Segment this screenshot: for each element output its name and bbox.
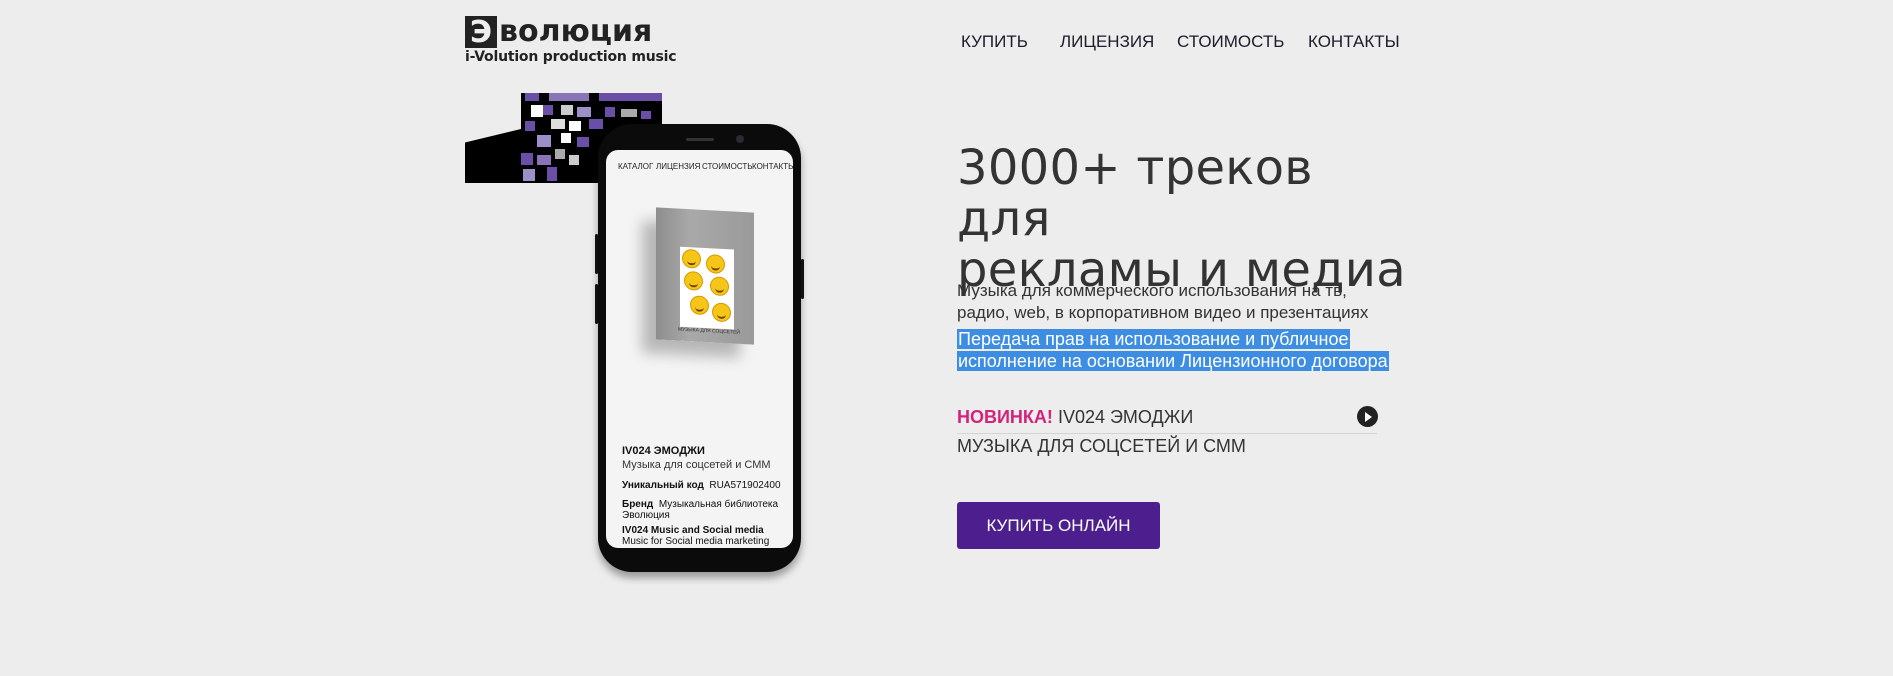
mosaic-cell bbox=[621, 109, 637, 117]
brand-label: Бренд bbox=[622, 499, 654, 510]
emoji-icon bbox=[682, 248, 701, 269]
brand-value-line2: Эволюция bbox=[622, 510, 670, 521]
mosaic-cell bbox=[599, 93, 662, 101]
hero-title-line: 3000+ треков для bbox=[957, 140, 1313, 247]
nav-item-license[interactable]: ЛИЦЕНЗИЯ bbox=[1060, 32, 1154, 52]
release-en-subtitle: Music for Social media marketing bbox=[622, 536, 770, 547]
phone-nav-item-license[interactable]: ЛИЦЕНЗИЯ bbox=[656, 162, 700, 171]
mosaic-cell bbox=[577, 107, 591, 117]
code-label: Уникальный код bbox=[622, 480, 704, 491]
phone-screen: КАТАЛОГ ЛИЦЕНЗИЯ СТОИМОСТЬ КОНТАКТЫ МУЗЫ… bbox=[606, 150, 793, 548]
phone-camera bbox=[736, 135, 744, 143]
phone-side-button bbox=[595, 284, 598, 324]
site-logo[interactable]: Э волюция i-Volution production music bbox=[465, 14, 677, 70]
divider bbox=[957, 433, 1377, 434]
release-en-title: IV024 Music and Social media bbox=[622, 525, 764, 536]
new-badge: НОВИНКА! bbox=[957, 407, 1053, 427]
mosaic-cell bbox=[525, 93, 539, 101]
mosaic-cell bbox=[561, 105, 573, 115]
mosaic-cell bbox=[561, 133, 571, 143]
new-release-title: IV024 ЭМОДЖИ bbox=[1057, 407, 1194, 427]
new-release-link[interactable]: НОВИНКА! IV024 ЭМОДЖИ bbox=[957, 407, 1377, 431]
emoji-icon bbox=[706, 254, 725, 275]
phone-side-button bbox=[801, 259, 804, 299]
mosaic-cell bbox=[589, 119, 603, 129]
hero-description-line: Музыка для коммерческого использования н… bbox=[957, 281, 1347, 300]
mosaic-cell bbox=[525, 121, 535, 131]
release-brand: Бренд Музыкальная библиотека bbox=[622, 499, 778, 510]
mosaic-cell bbox=[547, 167, 557, 181]
license-text-selected: Передача прав на использование и публичн… bbox=[957, 328, 1389, 372]
buy-online-button[interactable]: КУПИТЬ ОНЛАЙН bbox=[957, 502, 1160, 549]
emoji-icon bbox=[690, 295, 709, 316]
brand-value: Музыкальная библиотека bbox=[658, 499, 779, 510]
logo-mark: Э bbox=[465, 16, 497, 49]
mosaic-cell bbox=[551, 119, 565, 129]
album-cover: МУЗЫКА ДЛЯ СОЦСЕТЕЙ bbox=[656, 207, 754, 345]
hero-title: 3000+ треков для рекламы и медиа bbox=[957, 143, 1417, 296]
release-code: Уникальный код RUA571902400 bbox=[622, 480, 781, 491]
hero-description: Музыка для коммерческого использования н… bbox=[957, 280, 1417, 324]
mosaic-cell bbox=[543, 105, 553, 115]
nav-item-pricing[interactable]: СТОИМОСТЬ bbox=[1177, 32, 1284, 52]
emoji-icon bbox=[712, 302, 731, 323]
emoji-icon bbox=[684, 270, 703, 291]
hero-description-line: радио, web, в корпоративном видео и през… bbox=[957, 303, 1369, 322]
nav-item-contacts[interactable]: КОНТАКТЫ bbox=[1308, 32, 1400, 52]
mosaic-cell bbox=[531, 105, 543, 117]
play-circle-icon[interactable] bbox=[1357, 406, 1378, 427]
mosaic-cell bbox=[523, 169, 535, 181]
mosaic-cell bbox=[537, 155, 551, 165]
mosaic-cell bbox=[641, 111, 651, 119]
phone-side-button bbox=[595, 234, 598, 274]
release-title: IV024 ЭМОДЖИ bbox=[622, 445, 705, 457]
phone-nav-item-contacts[interactable]: КОНТАКТЫ bbox=[752, 162, 793, 171]
nav-item-buy[interactable]: КУПИТЬ bbox=[961, 32, 1028, 52]
mosaic-cell bbox=[569, 155, 579, 165]
mosaic-cell bbox=[537, 135, 551, 147]
new-release-subtitle: МУЗЫКА ДЛЯ СОЦСЕТЕЙ И СММ bbox=[957, 436, 1246, 456]
release-subtitle: Музыка для соцсетей и СММ bbox=[622, 459, 771, 471]
mosaic-cell bbox=[549, 93, 589, 101]
phone-mockup: КАТАЛОГ ЛИЦЕНЗИЯ СТОИМОСТЬ КОНТАКТЫ МУЗЫ… bbox=[595, 124, 804, 572]
mosaic-cell bbox=[577, 137, 589, 147]
mosaic-block bbox=[465, 129, 521, 183]
mosaic-cell bbox=[521, 153, 533, 165]
mosaic-cell bbox=[569, 121, 581, 131]
phone-nav-item-pricing[interactable]: СТОИМОСТЬ bbox=[702, 162, 753, 171]
phone-speaker bbox=[686, 138, 714, 141]
logo-subtitle: i-Volution production music bbox=[465, 49, 677, 65]
mosaic-cell bbox=[555, 149, 565, 159]
emoji-artwork bbox=[680, 246, 734, 330]
license-line: исполнение на основании Лицензионного до… bbox=[957, 351, 1389, 371]
license-line: Передача прав на использование и публичн… bbox=[957, 329, 1350, 349]
code-value: RUA571902400 bbox=[709, 480, 781, 491]
mosaic-cell bbox=[605, 107, 615, 117]
emoji-icon bbox=[710, 276, 729, 297]
logo-wordmark: волюция bbox=[499, 14, 653, 49]
phone-nav-item-catalog[interactable]: КАТАЛОГ bbox=[618, 162, 653, 171]
